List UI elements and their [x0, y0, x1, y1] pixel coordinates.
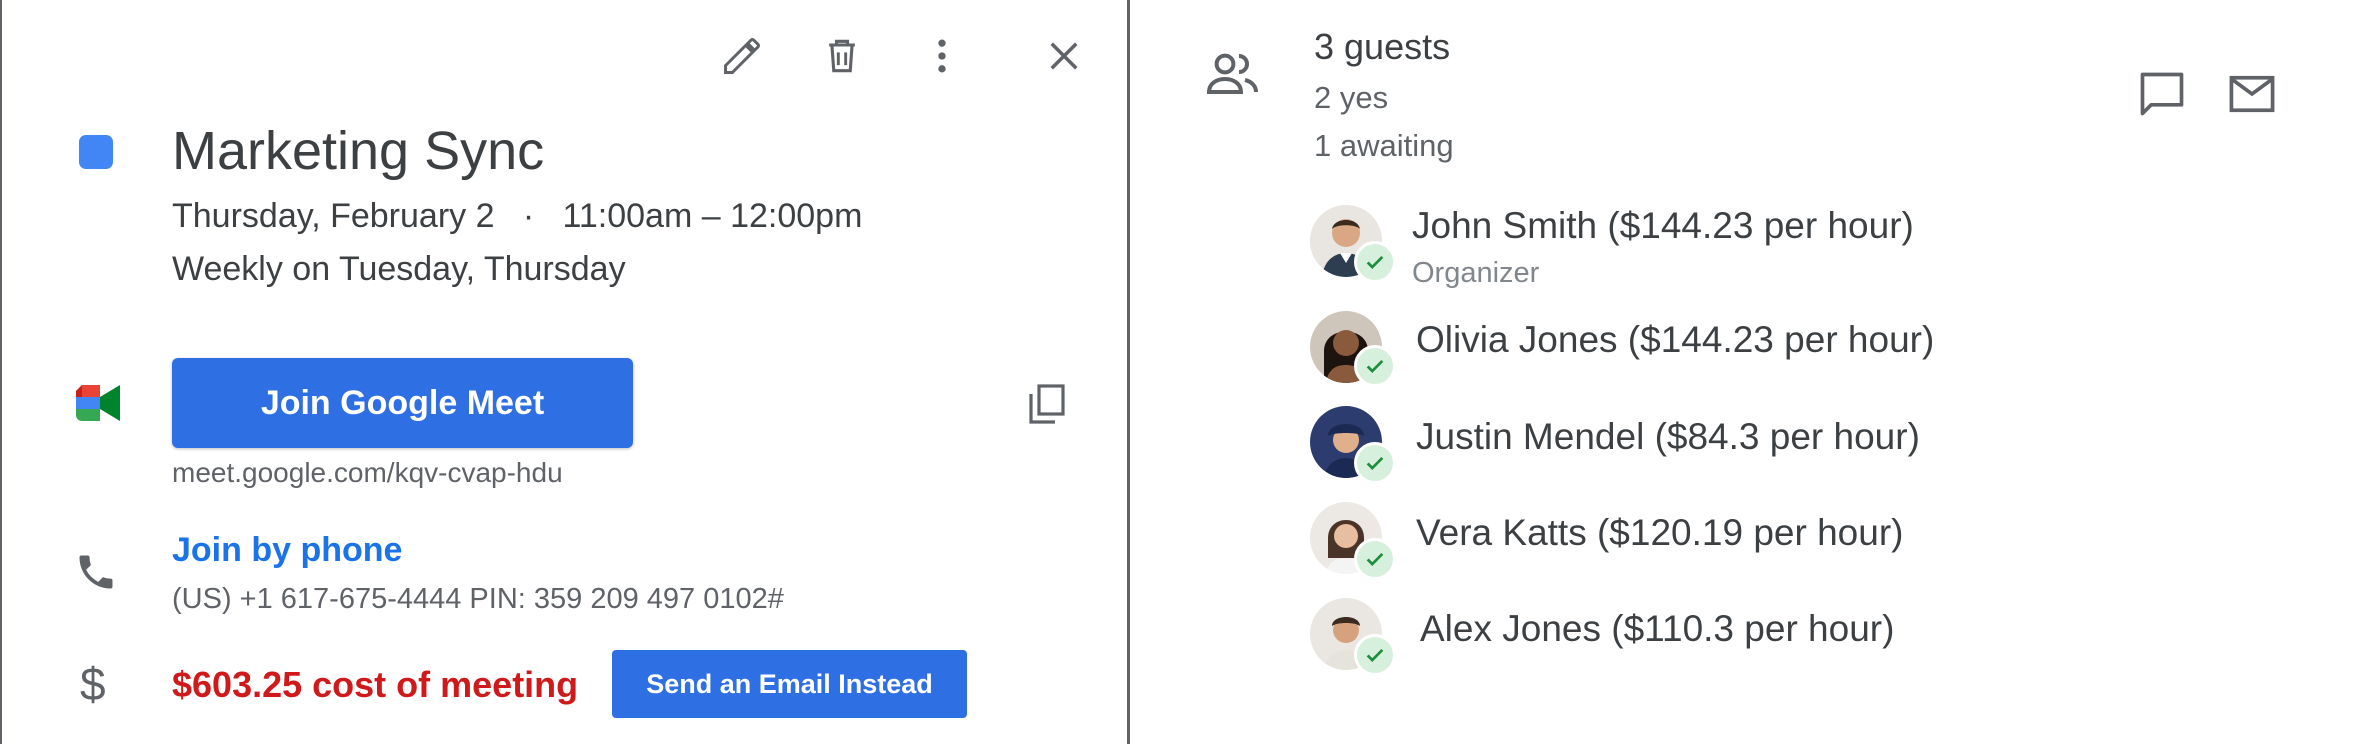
- guests-awaiting-count: 1 awaiting: [1314, 128, 1454, 163]
- meeting-cost: $603.25 cost of meeting: [172, 664, 579, 705]
- copy-meet-link-button[interactable]: [1015, 372, 1079, 436]
- trash-icon: [820, 34, 864, 78]
- guests-panel: 3 guests 2 yes 1 awaiting John Smith ($1…: [1127, 0, 2364, 744]
- event-details-panel: Marketing Sync Thursday, February 2 · 11…: [0, 0, 1127, 744]
- guest-name: Olivia Jones ($144.23 per hour): [1416, 319, 1935, 360]
- event-color-swatch: [79, 135, 113, 169]
- event-title: Marketing Sync: [172, 121, 545, 181]
- people-icon: [1205, 48, 1261, 100]
- event-recurrence: Weekly on Tuesday, Thursday: [172, 250, 626, 288]
- copy-icon: [1023, 380, 1071, 428]
- close-icon: [1043, 35, 1085, 77]
- phone-details: (US) +1 617-675-4444 PIN: 359 209 497 01…: [172, 583, 784, 615]
- mail-icon: [2226, 68, 2278, 120]
- guests-yes-count: 2 yes: [1314, 80, 1389, 115]
- delete-button[interactable]: [810, 24, 874, 88]
- phone-icon: [74, 550, 118, 594]
- guest-name: Alex Jones ($110.3 per hour): [1420, 608, 1895, 649]
- more-vert-icon: [920, 34, 964, 78]
- accepted-check-icon: [1354, 538, 1396, 580]
- guest-row[interactable]: Vera Katts ($120.19 per hour): [1310, 502, 2210, 582]
- more-options-button[interactable]: [910, 24, 974, 88]
- join-by-phone-link[interactable]: Join by phone: [172, 531, 402, 570]
- send-email-instead-button[interactable]: Send an Email Instead: [612, 650, 967, 718]
- chat-icon: [2136, 68, 2188, 120]
- accepted-check-icon: [1354, 442, 1396, 484]
- edit-button[interactable]: [710, 24, 774, 88]
- guest-row[interactable]: Justin Mendel ($84.3 per hour): [1310, 406, 2210, 486]
- dollar-icon: $: [80, 658, 106, 710]
- guest-row[interactable]: Olivia Jones ($144.23 per hour): [1310, 311, 2210, 391]
- guest-row[interactable]: John Smith ($144.23 per hour) Organizer: [1310, 205, 2210, 295]
- guest-count: 3 guests: [1314, 26, 1451, 67]
- accepted-check-icon: [1354, 345, 1396, 387]
- close-button[interactable]: [1032, 24, 1096, 88]
- join-google-meet-button[interactable]: Join Google Meet: [172, 358, 633, 448]
- chat-guests-button[interactable]: [2130, 62, 2194, 126]
- google-meet-icon: [72, 383, 122, 423]
- guest-name: Justin Mendel ($84.3 per hour): [1416, 416, 1920, 457]
- guest-name: Vera Katts ($120.19 per hour): [1416, 512, 1904, 553]
- guest-role: Organizer: [1412, 257, 1540, 289]
- event-date-time: Thursday, February 2 · 11:00am – 12:00pm: [172, 197, 863, 235]
- pencil-icon: [720, 34, 764, 78]
- accepted-check-icon: [1354, 241, 1396, 283]
- guest-name: John Smith ($144.23 per hour): [1412, 205, 1914, 246]
- accepted-check-icon: [1354, 634, 1396, 676]
- meet-url[interactable]: meet.google.com/kqv-cvap-hdu: [172, 457, 563, 489]
- guest-row[interactable]: Alex Jones ($110.3 per hour): [1310, 598, 2210, 678]
- email-guests-button[interactable]: [2220, 62, 2284, 126]
